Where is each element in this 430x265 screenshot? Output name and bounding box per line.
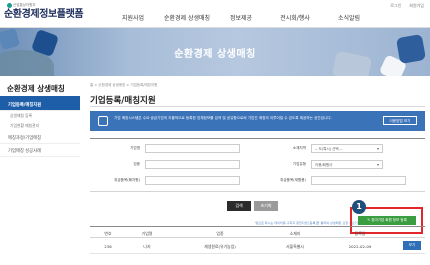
notice-banner: 기업 매칭시스템은 수요·공급기업의 자율적으로 등록한 업체정보를 검색 및 …: [90, 111, 425, 131]
company-name-label: 기업명: [130, 146, 140, 150]
industry-label: 업종: [133, 162, 140, 166]
reset-button[interactable]: 초기화: [254, 201, 278, 211]
region-label: 소재지역: [292, 146, 306, 150]
sidebar-item-success-cases[interactable]: 기업매칭 성공사례: [0, 144, 80, 157]
logo-subtitle: 산업통상자원부: [13, 3, 36, 7]
login-link[interactable]: 로그인: [390, 3, 401, 9]
sidebar-item-matching-process[interactable]: 매칭과정/기업매칭: [0, 131, 80, 144]
sidebar: 순환경제 상생매칭 기업등록/매칭지원 상생매칭 등록 기업현황 매칭관리 매칭…: [0, 76, 80, 157]
signup-link[interactable]: 회원가입: [409, 3, 424, 9]
sidebar-subitem-matching-register[interactable]: 상생매칭 등록: [0, 111, 80, 121]
helper-text: 필요로 하시는 데이터를 구하지 못한다면 [등록]을 통하여 상생매칭 요청 …: [255, 221, 390, 225]
search-form: 기업명 소재지역 -- 도(특시) 선택 -- 업종 기업유형 이용/회원사 취…: [90, 138, 425, 192]
recycle-item-input[interactable]: [311, 176, 406, 185]
view-button[interactable]: 보기: [403, 241, 421, 250]
page-title: 기업등록/매칭지원: [90, 96, 156, 106]
logo-title: 순환경제정보플랫폼: [4, 9, 84, 20]
form-row: 기업명 소재지역 -- 도(특시) 선택 --: [90, 142, 425, 155]
site-logo[interactable]: 산업통상자원부 순환경제정보플랫폼: [4, 3, 84, 21]
step-marker: 1: [352, 200, 366, 214]
form-row: 업종 기업유형 이용/회원사: [90, 158, 425, 171]
document-icon: [98, 116, 108, 126]
row-industry: 재생원료(유기농업): [204, 244, 236, 249]
form-row: 취급품목(폐자원) 취급품목(재활용): [90, 174, 425, 187]
nav-info[interactable]: 정보제공: [214, 13, 268, 22]
register-company-button[interactable]: ✎ 참여기업 회원 정보 등록: [358, 216, 416, 225]
company-type-label: 기업유형: [292, 162, 306, 166]
industry-input[interactable]: [145, 160, 240, 169]
sidebar-item-company-registration[interactable]: 기업등록/매칭지원: [0, 98, 80, 111]
site-header: 산업통상자원부 순환경제정보플랫폼 로그인 회원가입 지원사업 순환경제 상생매…: [0, 0, 430, 28]
divider: [90, 106, 425, 107]
table-row: 236 나지 재생원료(유기농업) 서울특별시 2022-02-09 보기: [90, 238, 425, 254]
row-date: 2022-02-09: [348, 244, 372, 249]
breadcrumb: 홈 > 순환경제 상생매칭 > 기업등록/매칭지원: [90, 83, 158, 87]
search-button[interactable]: 검색: [227, 201, 251, 211]
region-select[interactable]: -- 도(특시) 선택 --: [311, 144, 383, 153]
column-header-no: 번호: [104, 231, 112, 236]
ministry-emblem-icon: [7, 3, 12, 8]
top-utility-links: 로그인 회원가입: [390, 3, 424, 9]
waste-item-input[interactable]: [145, 176, 240, 185]
waste-item-label: 취급품목(폐자원): [114, 178, 140, 182]
nav-matching[interactable]: 순환경제 상생매칭: [160, 13, 214, 22]
sidebar-subitem-matching-manage[interactable]: 기업현황 매칭관리: [0, 121, 80, 131]
recycle-item-label: 취급품목(재활용): [280, 178, 306, 182]
column-header-location: 소재지: [289, 231, 301, 236]
column-header-company: 기업명: [141, 231, 153, 236]
notice-text: 기업 매칭시스템은 수요·공급기업의 자율적으로 등록한 업체정보를 검색 및 …: [114, 116, 332, 120]
sidebar-title: 순환경제 상생매칭: [0, 76, 80, 98]
banner-title: 순환경제 상생매칭: [174, 49, 256, 60]
row-location: 서울특별시: [286, 244, 304, 249]
row-number: 236: [104, 244, 112, 249]
row-company[interactable]: 나지: [132, 244, 162, 250]
column-header-date: 등록일: [354, 231, 366, 236]
hero-banner: 순환경제 상생매칭: [0, 28, 430, 76]
nav-news[interactable]: 소식알림: [322, 13, 376, 22]
nav-support[interactable]: 지원사업: [106, 13, 160, 22]
column-header-industry: 업종: [216, 231, 224, 236]
nav-events[interactable]: 전시회/행사: [268, 13, 322, 22]
table-header: 번호 기업명 업종 소재지 등록일: [90, 226, 425, 238]
main-nav: 지원사업 순환경제 상생매칭 정보제공 전시회/행사 소식알림: [106, 13, 376, 22]
company-name-input[interactable]: [145, 144, 240, 153]
company-type-select[interactable]: 이용/회원사: [311, 160, 383, 169]
how-to-use-button[interactable]: 이용방법 보기: [383, 116, 417, 125]
